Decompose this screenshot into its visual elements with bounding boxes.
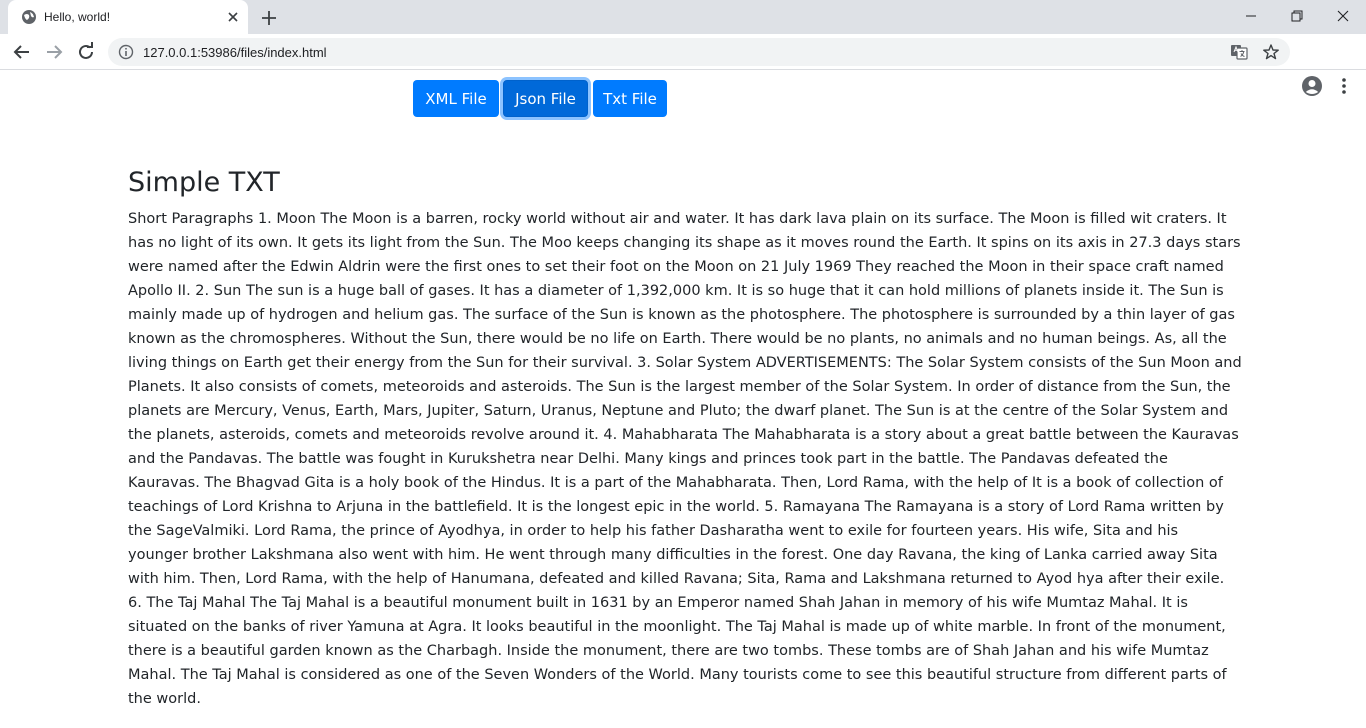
back-arrow-icon[interactable] (10, 40, 34, 64)
globe-icon (21, 9, 37, 25)
minimize-icon[interactable] (1228, 4, 1274, 28)
xml-file-button[interactable]: XML File (413, 80, 499, 117)
address-bar[interactable]: 127.0.0.1:53986/files/index.html (108, 38, 1290, 66)
page-content: XML File Json File Txt File Simple TXT S… (0, 70, 1366, 728)
url-text[interactable]: 127.0.0.1:53986/files/index.html (143, 45, 327, 60)
tab-strip: Hello, world! (0, 0, 1366, 34)
info-icon[interactable] (118, 44, 134, 60)
tab-title: Hello, world! (44, 10, 111, 24)
browser-tab[interactable]: Hello, world! (8, 0, 248, 34)
content-paragraph: Short Paragraphs 1. Moon The Moon is a b… (128, 211, 1242, 707)
browser-toolbar: 127.0.0.1:53986/files/index.html (0, 34, 1366, 96)
txt-file-button[interactable]: Txt File (593, 80, 667, 117)
json-file-button[interactable]: Json File (503, 80, 588, 117)
close-icon[interactable] (224, 8, 242, 26)
translate-icon[interactable] (1230, 43, 1248, 61)
page-title: Simple TXT (128, 167, 280, 198)
close-window-icon[interactable] (1320, 4, 1366, 28)
restore-icon[interactable] (1274, 4, 1320, 28)
reload-icon[interactable] (74, 40, 98, 64)
plus-icon[interactable] (259, 8, 279, 28)
forward-arrow-icon[interactable] (42, 40, 66, 64)
star-icon[interactable] (1262, 43, 1280, 61)
